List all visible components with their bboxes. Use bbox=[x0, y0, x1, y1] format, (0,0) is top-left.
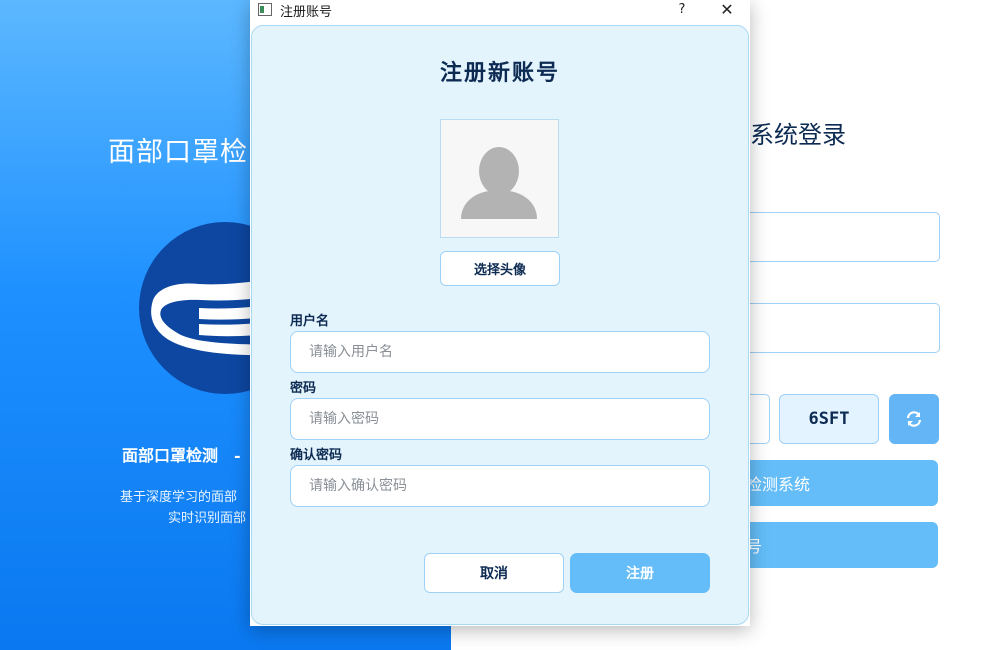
refresh-icon bbox=[906, 411, 922, 427]
cancel-button[interactable]: 取消 bbox=[424, 553, 564, 593]
dialog-heading: 注册新账号 bbox=[439, 60, 560, 86]
password-input[interactable] bbox=[290, 398, 710, 440]
login-title: 系统登录 bbox=[750, 121, 846, 149]
close-button[interactable]: ✕ bbox=[716, 0, 738, 20]
username-label: 用户名 bbox=[290, 314, 330, 329]
hero-description-line-1: 基于深度学习的面部 bbox=[120, 490, 238, 505]
select-avatar-button[interactable]: 选择头像 bbox=[440, 251, 560, 286]
password-label: 密码 bbox=[290, 381, 317, 396]
confirm-password-label: 确认密码 bbox=[290, 448, 343, 463]
hero-description-line-2: 实时识别面部 bbox=[168, 511, 247, 526]
dialog-titlebar: 注册账号 ? ✕ bbox=[250, 0, 750, 24]
help-button[interactable]: ? bbox=[674, 0, 690, 20]
dialog-window-title: 注册账号 bbox=[280, 5, 333, 20]
user-silhouette-icon bbox=[461, 147, 537, 219]
hero-subtitle: 面部口罩检测 - bbox=[122, 446, 241, 465]
hero-title: 面部口罩检 bbox=[108, 137, 248, 168]
captcha-image[interactable]: 6SFT bbox=[779, 394, 879, 444]
register-button[interactable]: 注册 bbox=[570, 553, 710, 593]
username-input[interactable] bbox=[290, 331, 710, 373]
refresh-captcha-button[interactable] bbox=[889, 394, 939, 444]
register-dialog: 注册账号 ? ✕ 注册新账号 选择头像 用户名 密码 确认密码 取消 注册 bbox=[250, 0, 750, 626]
confirm-password-input[interactable] bbox=[290, 465, 710, 507]
avatar-preview bbox=[440, 119, 559, 238]
window-app-icon bbox=[258, 3, 272, 16]
